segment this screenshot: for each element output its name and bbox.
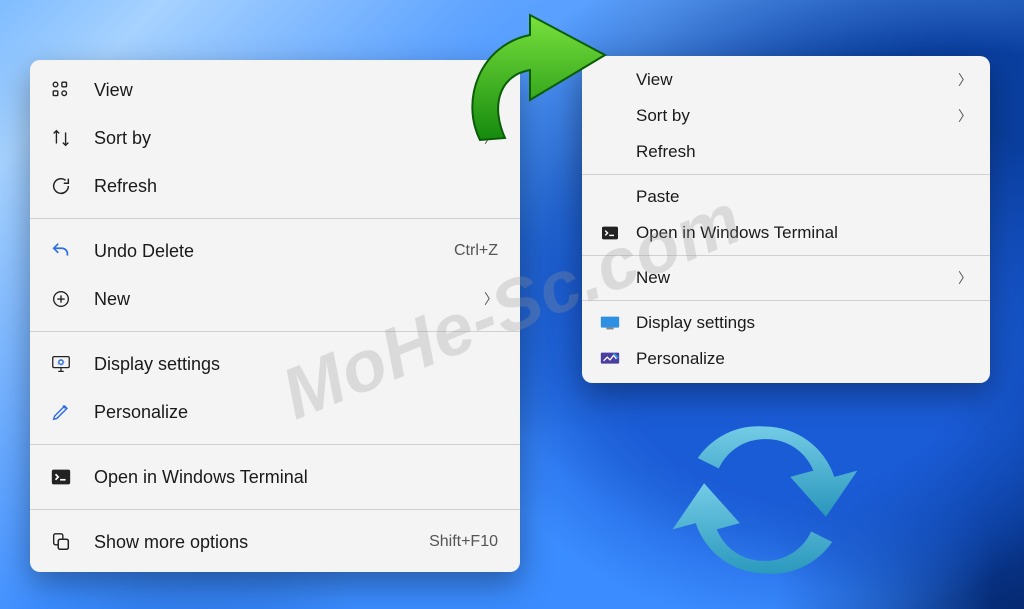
menu-separator <box>30 218 520 219</box>
menu-item-personalize[interactable]: Personalize <box>582 341 990 377</box>
menu-item-open-terminal[interactable]: Open in Windows Terminal <box>582 215 990 251</box>
blank-icon <box>598 106 622 126</box>
menu-item-sort-by[interactable]: Sort by 〉 <box>30 114 520 162</box>
menu-item-display-settings[interactable]: Display settings <box>30 340 520 388</box>
menu-item-label: Sort by <box>636 106 932 126</box>
personalize-icon <box>598 349 622 369</box>
display-icon <box>598 313 622 333</box>
menu-separator <box>30 331 520 332</box>
menu-separator <box>30 509 520 510</box>
menu-item-label: New <box>636 268 932 288</box>
chevron-right-icon: 〉 <box>472 128 498 148</box>
menu-item-label: Personalize <box>636 349 972 369</box>
menu-item-refresh[interactable]: Refresh <box>582 134 990 170</box>
chevron-right-icon: 〉 <box>946 268 972 288</box>
chevron-right-icon: 〉 <box>946 70 972 90</box>
blank-icon <box>598 268 622 288</box>
menu-item-label: Sort by <box>94 128 452 149</box>
menu-item-label: Personalize <box>94 402 498 423</box>
menu-separator <box>582 255 990 256</box>
chevron-right-icon: 〉 <box>472 289 498 309</box>
terminal-icon <box>598 223 622 243</box>
menu-separator <box>582 300 990 301</box>
menu-item-label: Undo Delete <box>94 241 422 262</box>
menu-item-view[interactable]: View <box>30 66 520 114</box>
plus-circle-icon <box>48 287 74 311</box>
chevron-right-icon: 〉 <box>946 106 972 126</box>
menu-item-personalize[interactable]: Personalize <box>30 388 520 436</box>
menu-item-label: Open in Windows Terminal <box>636 223 972 243</box>
menu-item-new[interactable]: New 〉 <box>582 260 990 296</box>
terminal-icon <box>48 465 74 489</box>
menu-item-open-terminal[interactable]: Open in Windows Terminal <box>30 453 520 501</box>
context-menu-modern: View Sort by 〉 Refresh Undo Delete Ctrl+… <box>30 60 520 572</box>
context-menu-classic: View 〉 Sort by 〉 Refresh Paste Open in W… <box>582 56 990 383</box>
menu-item-label: View <box>636 70 932 90</box>
show-more-icon <box>48 530 74 554</box>
menu-item-label: Refresh <box>94 176 498 197</box>
display-settings-icon <box>48 352 74 376</box>
sort-icon <box>48 126 74 150</box>
grid-icon <box>48 78 74 102</box>
menu-item-sort-by[interactable]: Sort by 〉 <box>582 98 990 134</box>
blank-icon <box>598 70 622 90</box>
menu-item-refresh[interactable]: Refresh <box>30 162 520 210</box>
pencil-icon <box>48 400 74 424</box>
menu-separator <box>30 444 520 445</box>
undo-icon <box>48 239 74 263</box>
menu-item-label: Paste <box>636 187 972 207</box>
menu-item-shortcut: Shift+F10 <box>417 533 498 551</box>
menu-item-label: Show more options <box>94 532 397 553</box>
blank-icon <box>598 187 622 207</box>
menu-item-show-more-options[interactable]: Show more options Shift+F10 <box>30 518 520 566</box>
menu-item-label: Display settings <box>636 313 972 333</box>
menu-item-label: New <box>94 289 452 310</box>
menu-item-new[interactable]: New 〉 <box>30 275 520 323</box>
menu-item-label: View <box>94 80 498 101</box>
menu-item-label: Refresh <box>636 142 972 162</box>
menu-item-undo-delete[interactable]: Undo Delete Ctrl+Z <box>30 227 520 275</box>
menu-item-paste[interactable]: Paste <box>582 179 990 215</box>
refresh-icon <box>48 174 74 198</box>
blank-icon <box>598 142 622 162</box>
menu-separator <box>582 174 990 175</box>
menu-item-shortcut: Ctrl+Z <box>442 242 498 260</box>
menu-item-view[interactable]: View 〉 <box>582 62 990 98</box>
menu-item-display-settings[interactable]: Display settings <box>582 305 990 341</box>
menu-item-label: Display settings <box>94 354 498 375</box>
menu-item-label: Open in Windows Terminal <box>94 467 498 488</box>
